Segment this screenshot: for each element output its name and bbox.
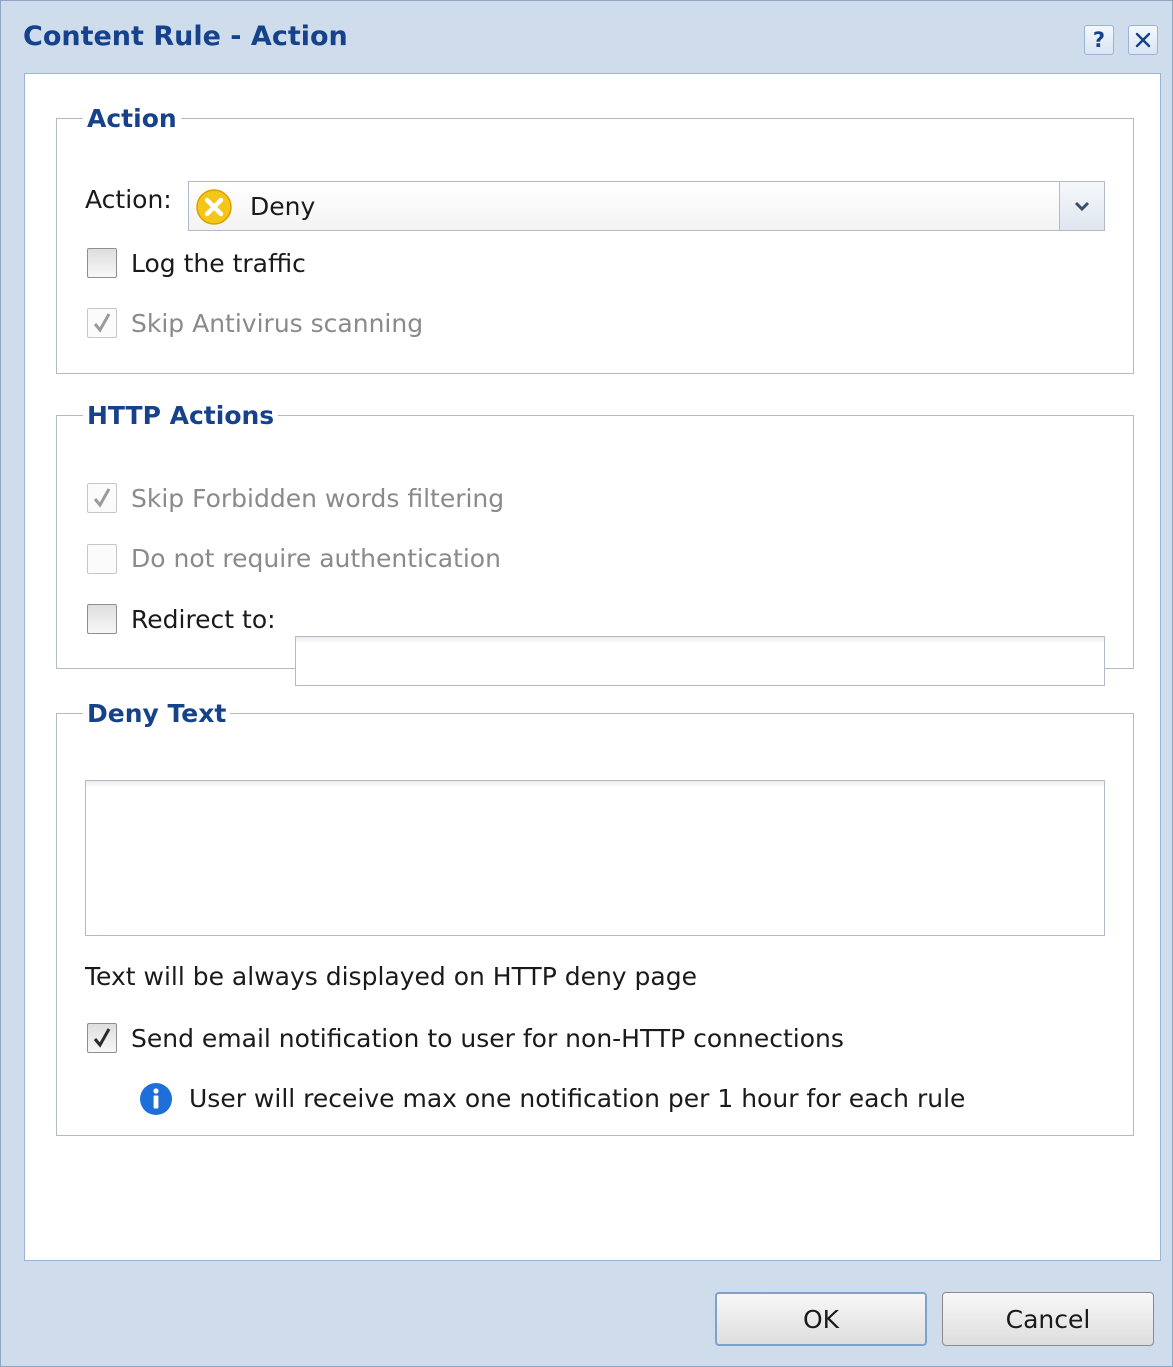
deny-text-group: Deny Text Text will be always displayed … [56, 699, 1134, 1136]
help-button[interactable]: ? [1084, 25, 1114, 55]
skip-forbidden-checkbox[interactable] [87, 483, 117, 513]
checkmark-icon [93, 1028, 111, 1048]
action-select-trigger[interactable] [1059, 182, 1104, 230]
email-notify-label: Send email notification to user for non-… [131, 1024, 844, 1053]
action-select-value: Deny [250, 192, 316, 221]
no-auth-checkbox[interactable] [87, 544, 117, 574]
redirect-checkbox[interactable] [87, 604, 117, 634]
action-group: Action Action: Deny Log the traffic Skip… [56, 104, 1134, 374]
dialog-body: Action Action: Deny Log the traffic Skip… [24, 73, 1161, 1261]
log-traffic-checkbox[interactable] [87, 248, 117, 278]
notification-info-text: User will receive max one notification p… [189, 1084, 966, 1113]
redirect-url-input[interactable] [295, 636, 1105, 686]
deny-text-area[interactable] [85, 780, 1105, 936]
skip-forbidden-label: Skip Forbidden words filtering [131, 484, 505, 513]
skip-antivirus-label: Skip Antivirus scanning [131, 309, 424, 338]
deny-icon [196, 189, 232, 225]
help-icon: ? [1092, 28, 1106, 52]
action-label: Action: [85, 185, 172, 214]
cancel-button[interactable]: Cancel [942, 1292, 1154, 1346]
dialog-titlebar[interactable]: Content Rule - Action ? [1, 1, 1172, 73]
http-actions-group: HTTP Actions Skip Forbidden words filter… [56, 401, 1134, 686]
checkmark-icon [93, 313, 111, 333]
skip-antivirus-checkbox[interactable] [87, 308, 117, 338]
checkmark-icon [93, 488, 111, 508]
ok-button[interactable]: OK [715, 1292, 927, 1346]
info-icon [140, 1083, 172, 1115]
redirect-label: Redirect to: [131, 605, 276, 634]
action-group-legend: Action [87, 104, 177, 133]
no-auth-label: Do not require authentication [131, 544, 501, 573]
chevron-down-icon [1074, 201, 1090, 212]
action-select[interactable]: Deny [188, 181, 1105, 231]
close-icon [1135, 32, 1151, 48]
dialog-title: Content Rule - Action [23, 21, 348, 52]
http-actions-legend: HTTP Actions [87, 401, 275, 430]
content-rule-dialog: Content Rule - Action ? Action Action: D… [0, 0, 1173, 1367]
deny-text-hint: Text will be always displayed on HTTP de… [85, 962, 697, 991]
close-button[interactable] [1128, 25, 1158, 55]
deny-text-legend: Deny Text [87, 699, 227, 728]
email-notify-checkbox[interactable] [87, 1023, 117, 1053]
log-traffic-label: Log the traffic [131, 249, 306, 278]
